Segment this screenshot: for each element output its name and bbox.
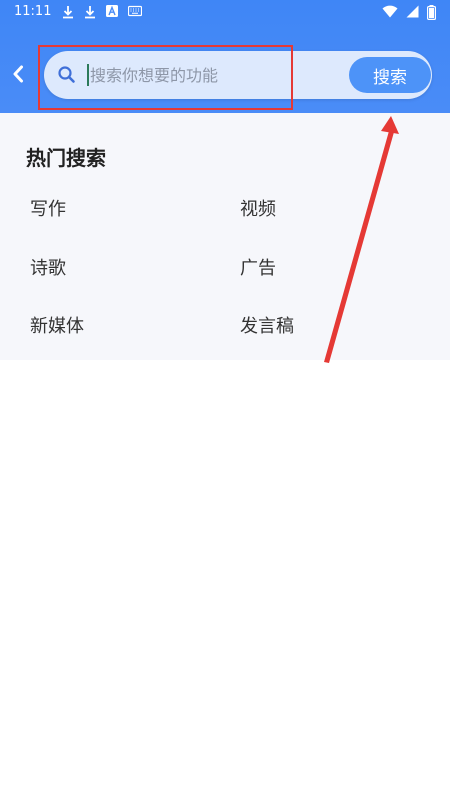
wifi-icon xyxy=(382,5,398,18)
font-a-icon xyxy=(106,5,118,17)
signal-icon xyxy=(406,5,419,18)
download-icon xyxy=(85,6,95,19)
battery-icon xyxy=(427,5,436,20)
hot-search-item[interactable]: 诗歌 xyxy=(30,254,66,280)
download-icon xyxy=(63,6,73,19)
back-button[interactable] xyxy=(8,62,28,86)
search-input[interactable] xyxy=(90,61,330,89)
search-bar: 搜索 xyxy=(44,51,432,99)
hot-search-item[interactable]: 视频 xyxy=(240,195,276,221)
header-bar: 11:11 搜索 xyxy=(0,0,450,113)
hot-search-item[interactable]: 写作 xyxy=(30,195,66,221)
search-icon xyxy=(58,66,75,83)
hot-search-item[interactable]: 广告 xyxy=(240,254,276,280)
status-time: 11:11 xyxy=(14,4,52,19)
keyboard-icon xyxy=(128,5,142,17)
status-bar: 11:11 xyxy=(0,0,450,26)
hot-search-item[interactable]: 发言稿 xyxy=(240,312,294,338)
hot-search-panel: 热门搜索 写作 视频 诗歌 广告 新媒体 发言稿 xyxy=(0,113,450,360)
hot-search-item[interactable]: 新媒体 xyxy=(30,312,84,338)
search-button[interactable]: 搜索 xyxy=(349,57,431,93)
chevron-left-icon xyxy=(13,65,23,83)
text-cursor xyxy=(87,64,89,86)
hot-search-title: 热门搜索 xyxy=(26,146,106,170)
